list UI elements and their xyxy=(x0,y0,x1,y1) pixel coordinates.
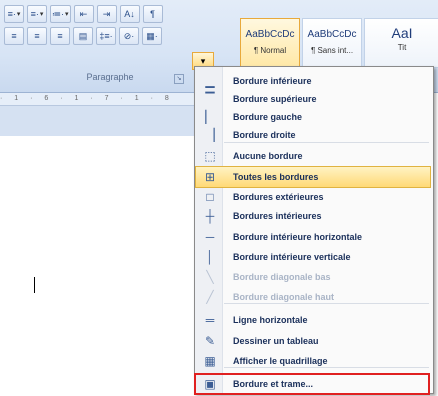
menu-item-gridlines[interactable]: ▦ Afficher le quadrillage xyxy=(196,351,430,371)
paragraph-group-label: Paragraphe xyxy=(86,72,134,82)
style-no-spacing[interactable]: AaBbCcDc ¶ Sans int... xyxy=(302,18,362,68)
menu-separator xyxy=(224,303,429,304)
menu-item-all-borders[interactable]: ⊞ Toutes les bordures xyxy=(195,166,431,188)
align-right-button[interactable]: ≡ xyxy=(50,27,70,45)
horizontal-line-icon: ═ xyxy=(205,313,215,327)
shading-button[interactable]: ⊘· xyxy=(119,27,139,45)
menu-separator xyxy=(224,142,429,143)
draw-table-icon: ✎ xyxy=(204,334,216,348)
border-left-icon: ▏ xyxy=(205,110,215,124)
menu-item-no-border[interactable]: ⬚ Aucune bordure xyxy=(196,146,430,166)
paragraph-toolbar-row-1: ≡· ≡· ≔· ⇤ ⇥ A↓ ¶ xyxy=(4,4,163,24)
menu-item-label: Bordures intérieures xyxy=(233,211,322,221)
decrease-indent-button[interactable]: ⇤ xyxy=(73,5,94,23)
menu-item-label: Toutes les bordures xyxy=(233,172,319,182)
border-bottom-icon: ▁ xyxy=(205,74,215,88)
ruler: · 1 · 6 · 1 · 7 · 1 · 8 xyxy=(0,93,200,106)
menu-item-label: Bordure diagonale bas xyxy=(233,272,331,282)
menu-separator xyxy=(224,367,429,368)
menu-item-inside-borders[interactable]: ┼ Bordures intérieures xyxy=(196,206,430,226)
sort-button[interactable]: A↓ xyxy=(119,5,140,23)
dialog-launcher-icon[interactable]: ↘ xyxy=(174,74,184,84)
menu-item-border-top[interactable]: ▔ Bordure supérieure xyxy=(196,89,430,109)
all-borders-icon: ⊞ xyxy=(204,170,216,184)
menu-item-outside-borders[interactable]: □ Bordures extérieures xyxy=(196,187,430,207)
menu-item-label: Bordure et trame... xyxy=(233,379,314,389)
border-top-icon: ▔ xyxy=(205,92,215,106)
gridlines-icon: ▦ xyxy=(204,354,216,368)
menu-item-label: Afficher le quadrillage xyxy=(233,356,328,366)
menu-item-diagonal-down-border[interactable]: ╲ Bordure diagonale bas xyxy=(196,267,430,287)
no-border-icon: ⬚ xyxy=(204,149,216,163)
line-spacing-button[interactable]: ‡≡· xyxy=(96,27,116,45)
style-normal[interactable]: AaBbCcDc ¶ Normal xyxy=(240,18,300,68)
menu-item-horizontal-line[interactable]: ═ Ligne horizontale xyxy=(196,310,430,330)
style-sample: AaBbCcDc xyxy=(245,29,295,40)
menu-item-label: Ligne horizontale xyxy=(233,315,308,325)
menu-item-diagonal-up-border[interactable]: ╱ Bordure diagonale haut xyxy=(196,287,430,307)
inside-borders-icon: ┼ xyxy=(205,209,215,223)
diagonal-up-border-icon: ╱ xyxy=(206,290,214,304)
menu-item-inside-vertical-border[interactable]: │ Bordure intérieure verticale xyxy=(196,247,430,267)
menu-item-label: Bordure inférieure xyxy=(233,76,312,86)
style-name: Tit xyxy=(397,43,407,52)
justify-button[interactable]: ▤ xyxy=(73,27,93,45)
style-name: ¶ Sans int... xyxy=(310,46,354,55)
borders-and-shading-icon: ▣ xyxy=(204,377,216,391)
menu-item-label: Bordure intérieure verticale xyxy=(233,252,351,262)
text-cursor xyxy=(34,277,35,293)
paragraph-toolbar-row-2: ≡ ≡ ≡ ▤ ‡≡· ⊘· ▦· xyxy=(4,26,162,46)
align-left-button[interactable]: ≡ xyxy=(4,27,24,45)
menu-item-label: Bordure gauche xyxy=(233,112,303,122)
style-title[interactable]: AaI Tit xyxy=(364,18,438,68)
borders-button[interactable]: ▦· xyxy=(142,27,162,45)
diagonal-down-border-icon: ╲ xyxy=(206,270,214,284)
multilevel-list-button[interactable]: ≔· xyxy=(50,5,71,23)
border-right-icon: ▕ xyxy=(205,128,215,142)
numbering-button[interactable]: ≡· xyxy=(27,5,47,23)
menu-item-label: Aucune bordure xyxy=(233,151,303,161)
borders-menu: ▁ Bordure inférieure ▔ Bordure supérieure ▏ B… xyxy=(194,66,434,395)
menu-item-borders-and-shading[interactable]: ▣ Bordure et trame... xyxy=(194,373,430,395)
menu-item-border-bottom[interactable]: ▁ Bordure inférieure xyxy=(196,71,430,91)
bullets-button[interactable]: ≡· xyxy=(4,5,24,23)
show-marks-button[interactable]: ¶ xyxy=(142,5,163,23)
menu-item-inside-horizontal-border[interactable]: ─ Bordure intérieure horizontale xyxy=(196,227,430,247)
menu-item-label: Bordure supérieure xyxy=(233,94,317,104)
menu-item-draw-table[interactable]: ✎ Dessiner un tableau xyxy=(196,331,430,351)
outside-borders-icon: □ xyxy=(206,190,214,204)
inside-horizontal-border-icon: ─ xyxy=(205,230,215,244)
menu-item-border-left[interactable]: ▏ Bordure gauche xyxy=(196,107,430,127)
menu-item-label: Bordure droite xyxy=(233,130,296,140)
style-sample: AaBbCcDc xyxy=(307,29,357,40)
style-name: ¶ Normal xyxy=(253,46,287,55)
document-margin xyxy=(0,106,200,136)
increase-indent-button[interactable]: ⇥ xyxy=(96,5,117,23)
menu-item-label: Bordure diagonale haut xyxy=(233,292,335,302)
menu-item-label: Bordures extérieures xyxy=(233,192,324,202)
style-sample: AaI xyxy=(391,25,413,41)
menu-item-label: Bordure intérieure horizontale xyxy=(233,232,363,242)
inside-vertical-border-icon: │ xyxy=(206,250,214,264)
align-center-button[interactable]: ≡ xyxy=(27,27,47,45)
menu-item-label: Dessiner un tableau xyxy=(233,336,319,346)
